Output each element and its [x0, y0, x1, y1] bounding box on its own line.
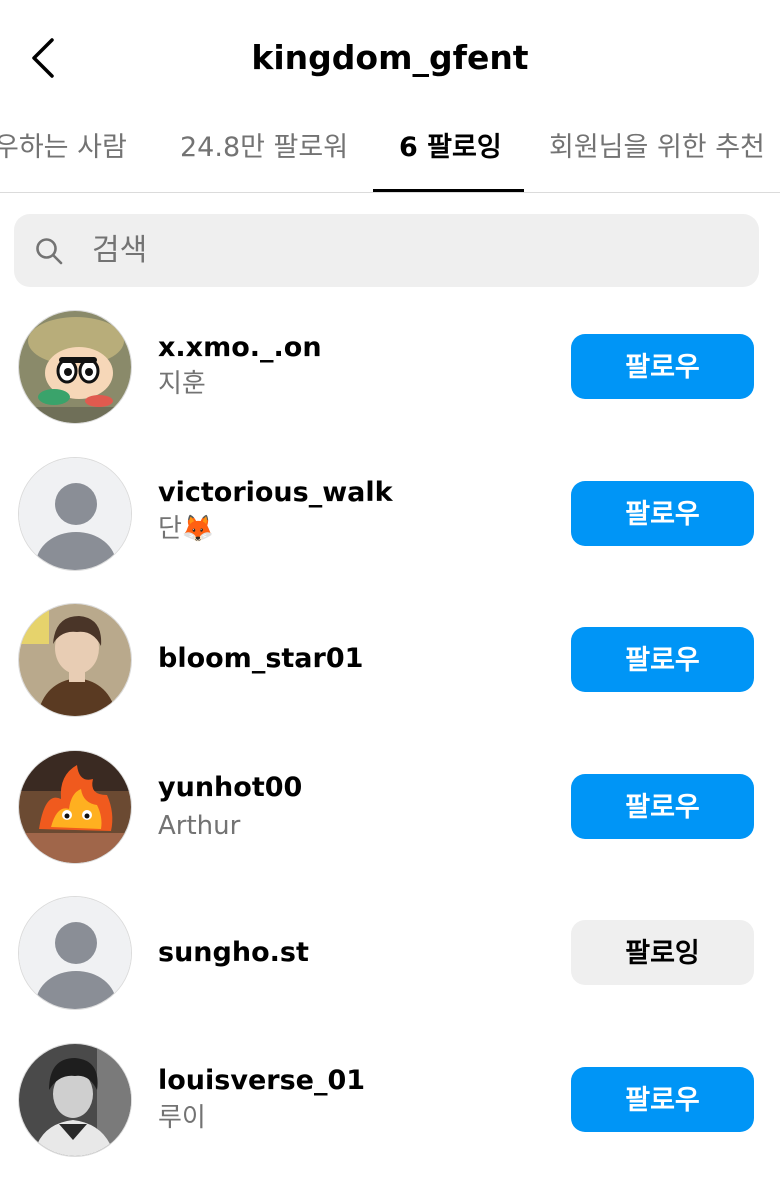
tab-recommended[interactable]: 회원님을 위한 추천 — [549, 130, 765, 166]
search-input[interactable] — [92, 228, 732, 272]
full-name: Arthur — [158, 811, 241, 841]
follow-button[interactable]: 팔로우 — [571, 334, 754, 399]
following-button[interactable]: 팔로잉 — [571, 920, 754, 985]
bw-photo-avatar[interactable] — [18, 1043, 132, 1157]
user-row[interactable]: louisverse_01 루이 팔로우 — [0, 1040, 780, 1160]
user-row[interactable]: sungho.st 팔로잉 — [0, 893, 780, 1013]
cartoon-boy-avatar[interactable] — [18, 310, 132, 424]
search-bar[interactable] — [14, 214, 759, 287]
full-name: 지훈 — [158, 369, 206, 399]
follow-button[interactable]: 팔로우 — [571, 481, 754, 546]
person-photo-avatar[interactable] — [18, 603, 132, 717]
default-avatar[interactable] — [18, 896, 132, 1010]
user-row[interactable]: yunhot00 Arthur 팔로우 — [0, 747, 780, 867]
username[interactable]: victorious_walk — [158, 476, 393, 510]
active-tab-indicator — [373, 189, 524, 192]
username[interactable]: x.xmo._.on — [158, 331, 322, 365]
follow-button[interactable]: 팔로우 — [571, 774, 754, 839]
page-title: kingdom_gfent — [251, 38, 529, 77]
tab-mutual-followers[interactable]: 우하는 사람 — [0, 130, 127, 166]
tab-bar: 우하는 사람 24.8만 팔로워 6 팔로잉 회원님을 위한 추천 — [0, 118, 780, 193]
follow-button[interactable]: 팔로우 — [571, 1067, 754, 1132]
username[interactable]: louisverse_01 — [158, 1064, 365, 1098]
user-row[interactable]: x.xmo._.on 지훈 팔로우 — [0, 307, 780, 427]
follow-button[interactable]: 팔로우 — [571, 627, 754, 692]
username[interactable]: yunhot00 — [158, 771, 302, 805]
search-icon — [36, 238, 63, 265]
top-header: kingdom_gfent — [0, 0, 780, 115]
full-name: 단🦊 — [158, 514, 215, 544]
username[interactable]: sungho.st — [158, 936, 309, 970]
default-avatar[interactable] — [18, 457, 132, 571]
fire-character-avatar[interactable] — [18, 750, 132, 864]
user-row[interactable]: victorious_walk 단🦊 팔로우 — [0, 454, 780, 574]
tab-followers[interactable]: 24.8만 팔로워 — [180, 130, 348, 166]
user-row[interactable]: bloom_star01 팔로우 — [0, 600, 780, 720]
full-name: 루이 — [158, 1103, 206, 1133]
username[interactable]: bloom_star01 — [158, 642, 363, 676]
tab-following[interactable]: 6 팔로잉 — [399, 130, 502, 166]
